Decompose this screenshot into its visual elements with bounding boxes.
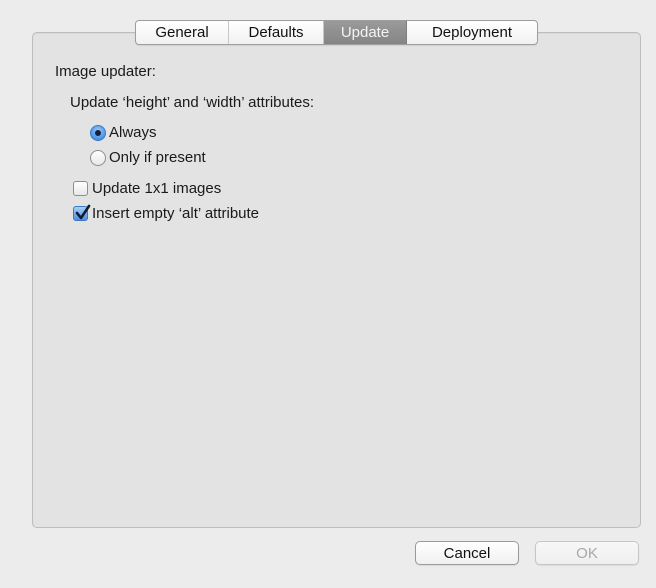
checkbox-insert-alt-label[interactable]: Insert empty ‘alt’ attribute — [92, 205, 259, 222]
radio-always-row[interactable]: Always — [90, 124, 157, 141]
radio-only-if-present-row[interactable]: Only if present — [90, 149, 206, 166]
checkbox-update-1x1[interactable] — [73, 181, 88, 196]
checkmark-icon — [75, 204, 91, 220]
radio-only-if-present[interactable] — [90, 149, 106, 166]
tab-content-panel: Image updater: Update ‘height’ and ‘widt… — [32, 32, 641, 528]
tab-bar: General Defaults Update Deployment — [135, 20, 538, 45]
checkbox-update-1x1-row[interactable]: Update 1x1 images — [73, 180, 221, 197]
tab-general[interactable]: General — [136, 21, 229, 44]
ok-button[interactable]: OK — [535, 541, 639, 565]
tab-update[interactable]: Update — [324, 21, 407, 44]
checkbox-insert-alt[interactable] — [73, 204, 91, 221]
image-updater-label: Image updater: — [55, 63, 156, 80]
preferences-dialog: General Defaults Update Deployment Image… — [0, 0, 656, 588]
update-attributes-label: Update ‘height’ and ‘width’ attributes: — [70, 94, 315, 111]
radio-only-if-present-label[interactable]: Only if present — [109, 149, 206, 166]
tab-deployment[interactable]: Deployment — [407, 21, 537, 44]
cancel-button[interactable]: Cancel — [415, 541, 519, 565]
radio-always[interactable] — [90, 124, 106, 141]
checkbox-insert-alt-row[interactable]: Insert empty ‘alt’ attribute — [73, 204, 259, 222]
radio-always-label[interactable]: Always — [109, 124, 157, 141]
checkbox-update-1x1-label[interactable]: Update 1x1 images — [92, 180, 221, 197]
tab-defaults[interactable]: Defaults — [229, 21, 324, 44]
